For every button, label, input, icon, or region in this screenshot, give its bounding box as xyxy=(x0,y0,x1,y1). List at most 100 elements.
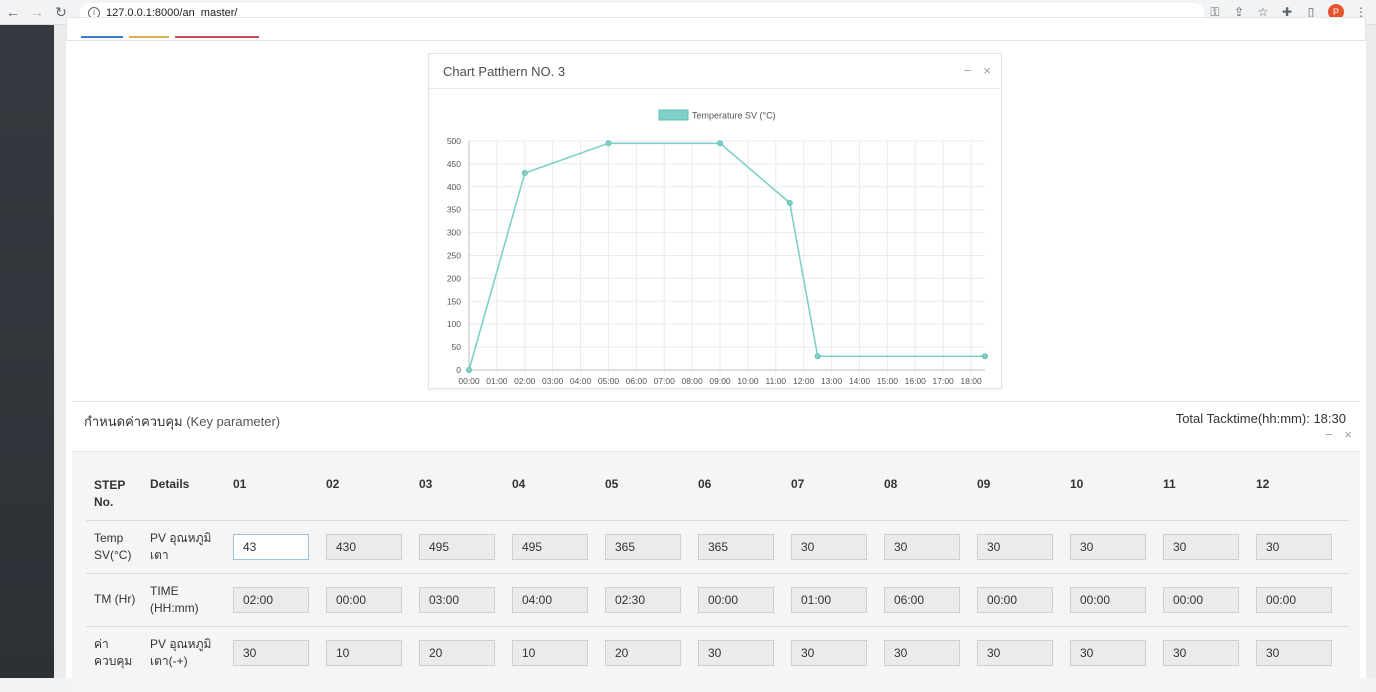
content-area: Chart Patthern NO. 3 − × Temperature SV … xyxy=(54,17,1376,692)
header-step-10: 10 xyxy=(1070,477,1084,491)
key-parameter-card: กำหนดค่าควบคุม (Key parameter) Total Tac… xyxy=(72,401,1360,692)
param-input[interactable]: 00:00 xyxy=(698,586,774,613)
param-input[interactable]: 30 xyxy=(977,639,1053,666)
y-tick-label: 200 xyxy=(447,273,461,283)
table-row: ค่าควบคุม PV อุณหภูมิเตา(-+) 30 10 20 10 20 30 3… xyxy=(86,625,1349,679)
x-tick-label: 12:00 xyxy=(793,376,815,386)
minimize-icon[interactable]: − xyxy=(1325,427,1333,442)
param-input[interactable]: 30 xyxy=(791,533,867,560)
param-input[interactable]: 30 xyxy=(1070,639,1146,666)
param-input[interactable]: 30 xyxy=(1256,639,1332,666)
x-tick-label: 10:00 xyxy=(737,376,759,386)
param-input[interactable]: 00:00 xyxy=(1070,586,1146,613)
param-input[interactable]: 30 xyxy=(791,639,867,666)
legend-label: Temperature SV (°C) xyxy=(692,111,776,121)
y-tick-label: 500 xyxy=(447,136,461,146)
param-input[interactable]: 10 xyxy=(326,639,402,666)
minimize-icon[interactable]: − xyxy=(964,63,972,78)
param-input[interactable]: 30 xyxy=(884,639,960,666)
x-tick-label: 04:00 xyxy=(570,376,592,386)
header-step-09: 09 xyxy=(977,477,991,491)
series-line xyxy=(468,142,985,371)
param-input[interactable]: 06:00 xyxy=(884,586,960,613)
header-step-05: 05 xyxy=(605,477,619,491)
param-input[interactable]: 02:00 xyxy=(233,586,309,613)
param-input[interactable]: 01:00 xyxy=(791,586,867,613)
header-step-02: 02 xyxy=(326,477,340,491)
x-tick-label: 07:00 xyxy=(654,376,676,386)
header-step-12: 12 xyxy=(1256,477,1270,491)
total-tacktime-value: 18:30 xyxy=(1313,411,1346,426)
param-input[interactable]: 20 xyxy=(419,639,495,666)
param-input[interactable]: 30 xyxy=(1070,533,1146,560)
data-point xyxy=(814,353,821,360)
temperature-chart: Temperature SV (°C) 0 50 100 150 200 250 300 350… xyxy=(447,109,989,386)
x-tick-label: 11:00 xyxy=(765,376,786,386)
param-input[interactable]: 30 xyxy=(1163,639,1239,666)
total-tacktime-label: Total Tacktime(hh:mm): xyxy=(1175,411,1310,426)
forward-icon[interactable]: → xyxy=(26,1,48,23)
x-tick-label: 09:00 xyxy=(709,376,731,386)
param-input[interactable]: 365 xyxy=(605,533,681,560)
param-title-th: กำหนดค่าควบคุม xyxy=(84,414,183,429)
table-header-row: STEP No. Details 01 02 03 04 05 06 07 08 09 10 11 1… xyxy=(86,467,1349,520)
param-input[interactable]: 30 xyxy=(1256,533,1332,560)
x-tick-label: 14:00 xyxy=(849,376,871,386)
close-icon[interactable]: × xyxy=(983,63,991,78)
x-tick-label: 01:00 xyxy=(486,376,508,386)
y-tick-label: 0 xyxy=(456,365,461,375)
header-details: Details xyxy=(150,477,190,491)
header-step-01: 01 xyxy=(233,477,247,491)
param-input[interactable]: 04:00 xyxy=(512,586,588,613)
table-row: TM (Hr) TIME (HH:mm) 02:00 00:00 03:00 04:00 0… xyxy=(86,572,1349,626)
param-input[interactable]: 00:00 xyxy=(1256,586,1332,613)
legend-swatch xyxy=(658,109,689,121)
data-point xyxy=(786,199,793,206)
row-details-label: PV อุณหภูมิเตา(-+) xyxy=(150,625,233,679)
parameter-table: STEP No. Details 01 02 03 04 05 06 07 08 09 10 11 1… xyxy=(86,467,1349,679)
param-input[interactable]: 03:00 xyxy=(419,586,495,613)
param-input[interactable]: 02:30 xyxy=(605,586,681,613)
x-tick-label: 00:00 xyxy=(458,376,480,386)
row-step-label: TM (Hr) xyxy=(86,572,150,626)
x-tick-label: 17:00 xyxy=(933,376,955,386)
total-tacktime: Total Tacktime(hh:mm): 18:30 xyxy=(1176,411,1346,426)
y-tick-label: 300 xyxy=(447,228,461,238)
app-sidebar xyxy=(0,25,54,678)
param-input[interactable]: 495 xyxy=(419,533,495,560)
param-table-area: STEP No. Details 01 02 03 04 05 06 07 08 09 10 11 1… xyxy=(72,451,1360,692)
x-tick-label: 18:00 xyxy=(960,376,982,386)
param-input[interactable]: 00:00 xyxy=(326,586,402,613)
y-tick-label: 350 xyxy=(447,205,461,215)
param-input[interactable]: 43 xyxy=(233,533,309,560)
header-step: STEP No. xyxy=(94,478,126,509)
close-icon[interactable]: × xyxy=(1344,427,1352,442)
y-tick-label: 150 xyxy=(447,296,461,306)
top-tab-strip xyxy=(66,17,1366,41)
param-input[interactable]: 30 xyxy=(698,639,774,666)
y-tick-label: 400 xyxy=(447,182,461,192)
header-step-08: 08 xyxy=(884,477,898,491)
back-icon[interactable]: ← xyxy=(2,1,24,23)
param-input[interactable]: 30 xyxy=(884,533,960,560)
data-point xyxy=(717,140,724,147)
row-step-label: ค่าควบคุม xyxy=(86,625,150,679)
param-input[interactable]: 30 xyxy=(1163,533,1239,560)
row-step-label: Temp SV(°C) xyxy=(86,519,150,573)
param-input[interactable]: 00:00 xyxy=(1163,586,1239,613)
x-tick-label: 03:00 xyxy=(542,376,564,386)
param-input[interactable]: 00:00 xyxy=(977,586,1053,613)
param-input[interactable]: 30 xyxy=(977,533,1053,560)
x-tick-label: 06:00 xyxy=(626,376,648,386)
y-tick-label: 250 xyxy=(447,251,461,261)
param-input[interactable]: 495 xyxy=(512,533,588,560)
param-input[interactable]: 20 xyxy=(605,639,681,666)
header-step-07: 07 xyxy=(791,477,805,491)
param-input[interactable]: 30 xyxy=(233,639,309,666)
header-step-06: 06 xyxy=(698,477,712,491)
param-input[interactable]: 430 xyxy=(326,533,402,560)
param-input[interactable]: 365 xyxy=(698,533,774,560)
param-title-en: (Key parameter) xyxy=(186,414,281,429)
x-tick-label: 05:00 xyxy=(598,376,620,386)
param-input[interactable]: 10 xyxy=(512,639,588,666)
